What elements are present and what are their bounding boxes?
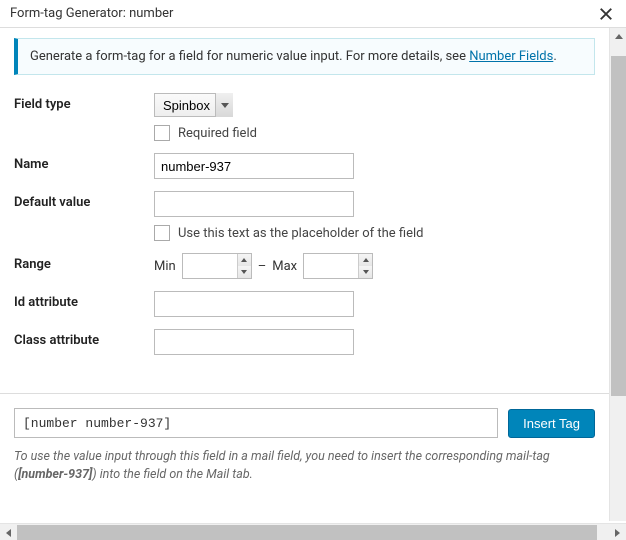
chevron-down-icon[interactable]	[359, 266, 372, 278]
footer-hint: To use the value input through this fiel…	[14, 448, 595, 483]
placeholder-checkbox[interactable]	[154, 225, 170, 241]
scroll-right-icon[interactable]	[609, 524, 626, 540]
dialog-body: Generate a form-tag for a field for nume…	[0, 28, 626, 521]
tag-row: Insert Tag	[14, 408, 595, 438]
insert-tag-button[interactable]: Insert Tag	[508, 409, 595, 438]
horizontal-scrollbar[interactable]	[0, 523, 626, 540]
placeholder-label: Use this text as the placeholder of the …	[178, 226, 423, 241]
placeholder-row: Use this text as the placeholder of the …	[154, 225, 595, 241]
row-name: Name	[14, 153, 595, 179]
min-input-wrap	[182, 253, 252, 279]
row-range: Range Min – Max	[14, 253, 595, 279]
dialog: Form-tag Generator: number Generate a fo…	[0, 0, 626, 540]
id-input[interactable]	[154, 291, 354, 317]
scroll-up-icon[interactable]	[610, 28, 626, 45]
row-field-type: Field type Spinbox Required field	[14, 93, 595, 141]
required-label: Required field	[178, 126, 257, 141]
required-row: Required field	[154, 125, 595, 141]
horizontal-scrollbar-thumb[interactable]	[17, 525, 597, 540]
chevron-up-icon[interactable]	[359, 254, 372, 266]
label-id: Id attribute	[14, 291, 154, 310]
vertical-scrollbar-thumb[interactable]	[611, 56, 626, 396]
max-input-wrap	[303, 253, 373, 279]
label-range: Range	[14, 253, 154, 272]
row-class: Class attribute	[14, 329, 595, 355]
vertical-scrollbar[interactable]	[609, 28, 626, 521]
field-type-select-wrap: Spinbox	[154, 93, 233, 117]
hint-tag: [number-937]	[18, 467, 92, 482]
label-class: Class attribute	[14, 329, 154, 348]
tag-output[interactable]	[14, 408, 498, 438]
close-icon	[599, 7, 613, 21]
min-label: Min	[154, 259, 176, 274]
info-notice: Generate a form-tag for a field for nume…	[14, 38, 595, 75]
dialog-titlebar: Form-tag Generator: number	[0, 0, 626, 28]
chevron-down-icon[interactable]	[238, 266, 251, 278]
class-input[interactable]	[154, 329, 354, 355]
min-spinner[interactable]	[237, 254, 251, 278]
close-button[interactable]	[596, 4, 616, 24]
max-spinner[interactable]	[358, 254, 372, 278]
row-id: Id attribute	[14, 291, 595, 317]
name-input[interactable]	[154, 153, 354, 179]
required-checkbox[interactable]	[154, 125, 170, 141]
label-default-value: Default value	[14, 191, 154, 210]
row-default-value: Default value Use this text as the place…	[14, 191, 595, 241]
hint-after: ) into the field on the Mail tab.	[92, 467, 252, 482]
range-dash: –	[258, 259, 267, 274]
footer: Insert Tag To use the value input throug…	[0, 393, 609, 497]
notice-link[interactable]: Number Fields	[469, 49, 553, 64]
default-value-input[interactable]	[154, 191, 354, 217]
max-label: Max	[272, 259, 297, 274]
notice-text: Generate a form-tag for a field for nume…	[30, 49, 469, 64]
field-type-select[interactable]: Spinbox	[154, 93, 233, 117]
notice-after: .	[553, 49, 556, 64]
label-name: Name	[14, 153, 154, 172]
scroll-left-icon[interactable]	[0, 524, 17, 540]
label-field-type: Field type	[14, 93, 154, 112]
dialog-title: Form-tag Generator: number	[10, 6, 173, 21]
form-rows: Field type Spinbox Required field	[14, 93, 595, 355]
chevron-up-icon[interactable]	[238, 254, 251, 266]
